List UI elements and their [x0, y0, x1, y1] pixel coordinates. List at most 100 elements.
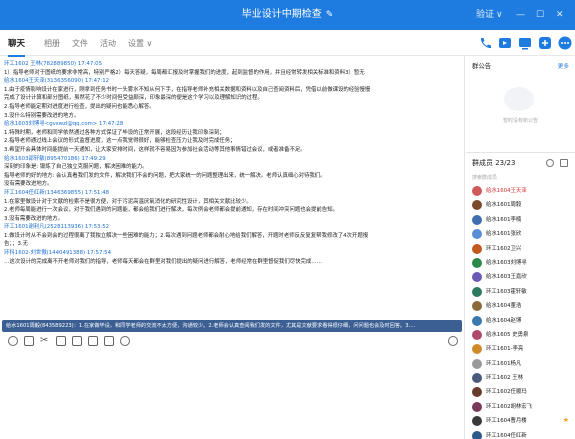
avatar	[472, 243, 482, 254]
message-text: …这次设计的完成离不开老师对我们的指导，老师每天都会在群里对我们提出的疑问进行解…	[4, 258, 323, 265]
gif-icon[interactable]	[24, 336, 34, 346]
message-text: 1.在家里做设计对于文献的检索不是很方便，对于污泥高温厌氧消化的研究性设计，其相…	[4, 198, 252, 205]
member-name: 给水1604董浩	[486, 303, 522, 310]
more-tools-icon[interactable]	[120, 336, 130, 346]
member-search-input[interactable]: 搜索群成员	[472, 174, 568, 183]
message-sender[interactable]: 环科1602-刘世傲(1440491388) 17:57:54	[4, 249, 460, 258]
member-item[interactable]: 环工1604任红新	[466, 429, 575, 439]
message-sender[interactable]: 给水1603邵轩敏(895470186) 17:49:29	[4, 155, 460, 164]
more-icon[interactable]	[558, 36, 572, 50]
member-name: 环工1601-李亮	[486, 346, 524, 353]
member-item[interactable]: 环工1602任顺玛	[466, 385, 575, 399]
chevron-down-icon[interactable]: ∨	[496, 0, 503, 30]
avatar	[472, 329, 482, 340]
close-button[interactable]: ✕	[556, 0, 564, 30]
member-item[interactable]: 给水1604董浩	[466, 299, 575, 313]
member-item[interactable]: 环工1602胡林宏飞	[466, 400, 575, 414]
search-members-icon[interactable]	[546, 159, 554, 167]
scissors-icon[interactable]: ✂	[40, 336, 50, 346]
message-text: 3.没有需要改进的地方。	[4, 215, 64, 222]
message-text: 没有需要改进地方。	[4, 181, 53, 188]
group-name[interactable]: 毕业设计中期检查	[242, 9, 322, 20]
emoji-icon[interactable]	[8, 336, 18, 346]
maximize-button[interactable]: ☐	[536, 0, 544, 30]
empty-announcement-illustration	[504, 87, 534, 111]
message-text: 1.做设计时从不会到会的过程很离了我独立解决一些困难的能力；2.每次遇到问题老师…	[4, 232, 369, 239]
member-item[interactable]: 环工1603霍轩敏	[466, 285, 575, 299]
member-name: 给水1605 史勇泉	[486, 331, 529, 338]
tab-chat[interactable]: 聊天	[8, 38, 26, 57]
member-list[interactable]: 给水1604王天泽 给水1601周毅给水1601李楠 给水1601张欣环工1602卫…	[466, 184, 575, 439]
quoted-message-bar[interactable]: 给水1601周毅(843589223)：1.在家做毕设，和同学老师的交流不太方便…	[2, 320, 462, 332]
member-item[interactable]: 给水1603王嘉欣	[466, 270, 575, 284]
message-sender[interactable]: 给水1603刘博寻<gvswzl@qq.com> 17:47:28	[4, 120, 460, 129]
member-name: 环工1604曹月楼	[486, 418, 527, 425]
message-text: 告；；3.无	[4, 241, 29, 248]
message-sender[interactable]: 环工1604任红新(1346369855) 17:51:48	[4, 189, 460, 198]
member-item[interactable]: 环工1602卫兴	[466, 242, 575, 256]
message-text: 指导老师的好的地方: 会认真看我们发的文件，解决我们不会的问题，把大家统一的问题…	[4, 172, 326, 179]
phone-icon[interactable]	[478, 36, 492, 50]
avatar	[472, 286, 482, 297]
minimize-button[interactable]: —	[516, 0, 525, 30]
message-text: 1.由于疫情影响设计在家进行，刚拿到任务书时一头雾水不知从何下手，在指导老师补充…	[4, 86, 371, 93]
member-name: 环工1601杨凡	[486, 360, 522, 367]
message-text: 2.指导老师能定期对进度进行检查，提出的疑问也能悉心解答。	[4, 103, 155, 110]
member-item[interactable]: 环工1601杨凡	[466, 357, 575, 371]
panel-divider	[464, 56, 465, 439]
member-name: 给水1603刘博寻	[486, 259, 527, 266]
voice-icon[interactable]	[104, 336, 114, 346]
avatar	[472, 301, 482, 312]
avatar	[472, 401, 482, 412]
add-members-icon[interactable]	[560, 159, 568, 167]
message-sender[interactable]: 给水1604王天泽(3136356090) 17:47:12	[4, 77, 460, 86]
video-icon[interactable]	[498, 36, 512, 50]
tab-album[interactable]: 相册	[44, 38, 60, 50]
member-name: 给水1604赵博	[486, 317, 522, 324]
add-member-icon[interactable]	[538, 36, 552, 50]
avatar	[472, 229, 482, 240]
announcement-more-link[interactable]: 更多	[558, 62, 569, 70]
tab-activity[interactable]: 活动	[100, 38, 116, 50]
member-count: 群成员 23/23	[472, 159, 516, 167]
tab-files[interactable]: 文件	[72, 38, 88, 50]
red-packet-icon[interactable]	[88, 336, 98, 346]
chat-history[interactable]: 环工1602 王林(782889850) 17:47:05 1）指导老师对于图纸的…	[0, 57, 464, 319]
member-item[interactable]: 给水1603刘博寻	[466, 256, 575, 270]
member-name: 给水1601李楠	[486, 216, 522, 223]
member-item[interactable]: 给水1604赵博	[466, 314, 575, 328]
member-item[interactable]: 给水1601张欣	[466, 227, 575, 241]
member-item[interactable]: 环工1601-李亮	[466, 342, 575, 356]
avatar	[472, 430, 482, 439]
pencil-icon[interactable]: ✎	[326, 10, 334, 20]
image-icon[interactable]	[72, 336, 82, 346]
message-input[interactable]	[0, 351, 464, 439]
message-sender[interactable]: 环工1602 王林(782889850) 17:47:05	[4, 60, 460, 69]
member-item[interactable]: 环工1604曹月楼 ★	[466, 414, 575, 428]
announcement-panel: 群公告 更多 暂时没有新公告	[466, 57, 575, 153]
tab-bar: 聊天 相册 文件 活动 设置 ∨	[0, 30, 575, 57]
avatar	[472, 344, 482, 355]
member-item[interactable]: 环工1602 王林	[466, 371, 575, 385]
member-item[interactable]: 给水1601李楠	[466, 213, 575, 227]
member-item[interactable]: 给水1601周毅	[466, 198, 575, 212]
member-item[interactable]: 给水1604王天泽	[466, 184, 575, 198]
tab-settings[interactable]: 设置 ∨	[128, 38, 152, 50]
avatar	[472, 200, 482, 211]
member-name: 给水1603王嘉欣	[486, 274, 527, 281]
avatar	[472, 358, 482, 369]
member-name: 环工1604任红新	[486, 432, 527, 439]
message-text: 1.特殊时期，老师和同学依然通过各种方式保证了毕设的正常开展，这段经历让我印象深…	[4, 129, 225, 136]
message-text: 3.希望开会具体时间能提前一天通知，让大家安排时间，这样就不容易因为参加社会活动…	[4, 146, 306, 153]
title-bar: 毕业设计中期检查 ✎ 验证 ∨ — ☐ ✕	[0, 0, 575, 30]
screen-share-icon[interactable]	[518, 36, 532, 50]
history-icon[interactable]	[448, 336, 458, 346]
announcement-empty-text: 暂时没有新公告	[502, 118, 538, 124]
member-name: 给水1601张欣	[486, 231, 522, 238]
avatar	[472, 416, 482, 427]
message-sender[interactable]: 环工1601谢利凡(2528113936) 17:53:52	[4, 223, 460, 232]
member-item[interactable]: 给水1605 史勇泉	[466, 328, 575, 342]
folder-icon[interactable]	[56, 336, 66, 346]
verify-label[interactable]: 验证	[476, 0, 494, 30]
avatar	[472, 373, 482, 384]
